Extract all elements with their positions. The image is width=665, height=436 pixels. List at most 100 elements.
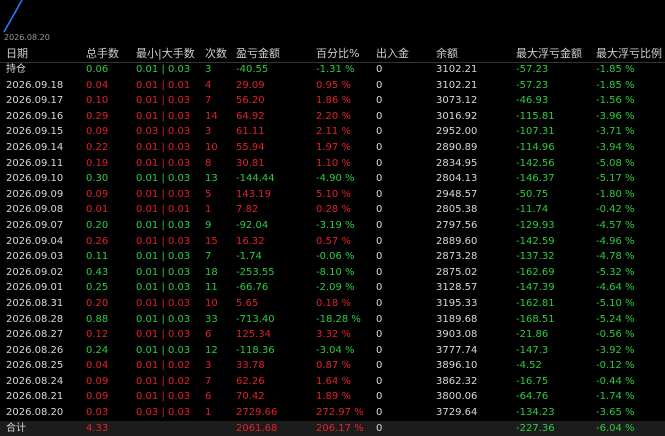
header-date[interactable]: 日期: [6, 45, 80, 62]
cell-max-float-loss-pct: -5.24 %: [596, 313, 635, 325]
cell-max-float-loss: -162.81: [516, 297, 555, 309]
cell-percent: -3.19 %: [316, 219, 355, 231]
cell-date: 2026.08.31: [6, 297, 64, 309]
cell-max-float-loss-pct: -0.44 %: [596, 375, 635, 387]
table-row[interactable]: 2026.09.02 0.43 0.01 | 0.03 18 -253.55 -8.10 …: [0, 265, 665, 281]
total-percent: 206.17 %: [316, 422, 364, 434]
cell-min-max-lots: 0.01 | 0.03: [136, 157, 191, 169]
cell-date: 2026.09.15: [6, 126, 64, 138]
table-row[interactable]: 2026.08.31 0.20 0.01 | 0.03 10 5.65 0.18 % 0 31…: [0, 296, 665, 312]
cell-deposit: 0: [376, 344, 383, 356]
cell-count: 6: [205, 391, 212, 403]
cell-total-lots: 0.24: [86, 344, 109, 356]
cell-total-lots: 0.26: [86, 235, 109, 247]
table-row[interactable]: 2026.09.18 0.04 0.01 | 0.01 4 29.09 0.95 % 0 31…: [0, 78, 665, 94]
table-row[interactable]: 2026.08.20 0.03 0.03 | 0.03 1 2729.66 272.97 …: [0, 405, 665, 421]
cell-min-max-lots: 0.03 | 0.03: [136, 407, 191, 419]
table-row[interactable]: 2026.08.27 0.12 0.01 | 0.03 6 125.34 3.32 % 0 3…: [0, 327, 665, 343]
table-row[interactable]: 2026.08.25 0.04 0.01 | 0.02 3 33.78 0.87 % 0 38…: [0, 358, 665, 374]
cell-max-float-loss-pct: -0.12 %: [596, 360, 635, 372]
table-row[interactable]: 2026.09.16 0.29 0.01 | 0.03 14 64.92 2.20 % 0 3…: [0, 109, 665, 125]
cell-total-lots: 0.20: [86, 297, 109, 309]
cell-deposit: 0: [376, 391, 383, 403]
table-row[interactable]: 2026.08.24 0.09 0.01 | 0.02 7 62.26 1.64 % 0 38…: [0, 374, 665, 390]
cell-max-float-loss-pct: -1.74 %: [596, 391, 635, 403]
header-deposit[interactable]: 出入金: [376, 45, 432, 62]
table-row[interactable]: 2026.09.10 0.30 0.01 | 0.03 13 -144.44 -4.90 …: [0, 171, 665, 187]
cell-min-max-lots: 0.01 | 0.03: [136, 313, 191, 325]
cell-total-lots: 0.03: [86, 407, 109, 419]
cell-max-float-loss-pct: -3.65 %: [596, 407, 635, 419]
cell-balance: 3777.74: [436, 344, 478, 356]
cell-count: 33: [205, 313, 218, 325]
cell-min-max-lots: 0.01 | 0.02: [136, 360, 191, 372]
table-row[interactable]: 2026.09.08 0.01 0.01 | 0.01 1 7.82 0.28 % 0 280…: [0, 202, 665, 218]
table-row-total: 合计 4.33 2061.68 206.17 % 0 -227.36 -6.04 %: [0, 420, 665, 436]
cell-percent: -4.90 %: [316, 173, 355, 185]
table-row[interactable]: 2026.09.01 0.25 0.01 | 0.03 11 -66.76 -2.09 %…: [0, 280, 665, 296]
total-max-float-loss: -227.36: [516, 422, 555, 434]
cell-date: 2026.09.17: [6, 95, 64, 107]
header-max-float-loss-pct[interactable]: 最大浮亏比例: [596, 45, 665, 62]
table-row[interactable]: 2026.09.14 0.22 0.01 | 0.03 10 55.94 1.97 % 0 2…: [0, 140, 665, 156]
table-row[interactable]: 2026.09.15 0.09 0.03 | 0.03 3 61.11 2.11 % 0 29…: [0, 124, 665, 140]
cell-max-float-loss: -11.74: [516, 204, 549, 216]
cell-date: 2026.09.11: [6, 157, 64, 169]
cell-percent: 0.57 %: [316, 235, 351, 247]
cell-count: 8: [205, 157, 212, 169]
table-row[interactable]: 2026.09.09 0.09 0.01 | 0.03 5 143.19 5.10 % 0 2…: [0, 187, 665, 203]
cell-max-float-loss-pct: -1.80 %: [596, 188, 635, 200]
cell-count: 10: [205, 141, 218, 153]
cell-balance: 2889.60: [436, 235, 478, 247]
cell-total-lots: 0.19: [86, 157, 109, 169]
cell-max-float-loss-pct: -1.56 %: [596, 95, 635, 107]
cell-total-lots: 0.22: [86, 141, 109, 153]
cell-count: 7: [205, 251, 212, 263]
table-row[interactable]: 2026.09.04 0.26 0.01 | 0.03 15 16.32 0.57 % 0 2…: [0, 234, 665, 250]
header-pnl[interactable]: 盈亏金额: [236, 45, 312, 62]
cell-max-float-loss-pct: -4.78 %: [596, 251, 635, 263]
cell-max-float-loss: -137.32: [516, 251, 555, 263]
cell-deposit: 0: [376, 266, 383, 278]
table-row[interactable]: 2026.09.07 0.20 0.01 | 0.03 9 -92.04 -3.19 % 0…: [0, 218, 665, 234]
header-max-float-loss[interactable]: 最大浮亏金额: [516, 45, 592, 62]
cell-balance: 3195.33: [436, 297, 478, 309]
cell-date: 2026.09.03: [6, 251, 64, 263]
cell-min-max-lots: 0.01 | 0.03: [136, 266, 191, 278]
table-row[interactable]: 2026.09.03 0.11 0.01 | 0.03 7 -1.74 -0.06 % 0 2…: [0, 249, 665, 265]
table-row[interactable]: 2026.08.26 0.24 0.01 | 0.03 12 -118.36 -3.04 …: [0, 343, 665, 359]
cell-balance: 3903.08: [436, 329, 478, 341]
table-row[interactable]: 2026.09.11 0.19 0.01 | 0.03 8 30.81 1.10 % 0 28…: [0, 156, 665, 172]
cell-percent: -0.06 %: [316, 251, 355, 263]
cell-count: 18: [205, 266, 218, 278]
cell-balance: 3189.68: [436, 313, 478, 325]
header-total-lots[interactable]: 总手数: [86, 45, 130, 62]
cell-min-max-lots: 0.01 | 0.03: [136, 141, 191, 153]
cell-balance: 2797.56: [436, 219, 478, 231]
cell-count: 14: [205, 110, 218, 122]
total-deposit: 0: [376, 422, 383, 434]
cell-pnl: 16.32: [236, 235, 265, 247]
header-count[interactable]: 次数: [205, 45, 233, 62]
cell-pnl: 29.09: [236, 79, 265, 91]
cell-min-max-lots: 0.01 | 0.02: [136, 375, 191, 387]
header-min-max-lots[interactable]: 最小|大手数: [136, 45, 202, 62]
cell-max-float-loss-pct: -5.08 %: [596, 157, 635, 169]
table-row-open-position[interactable]: 持仓 0.06 0.01 | 0.03 3 -40.55 -1.31 % 0 3102.21 -…: [0, 62, 665, 78]
header-percent[interactable]: 百分比%: [316, 45, 374, 62]
cell-pnl: 56.20: [236, 95, 265, 107]
cell-max-float-loss: -46.93: [516, 95, 549, 107]
table-row[interactable]: 2026.08.21 0.09 0.01 | 0.03 6 70.42 1.89 % 0 38…: [0, 389, 665, 405]
cell-balance: 2948.57: [436, 188, 478, 200]
stats-table: 日期 总手数 最小|大手数 次数 盈亏金额 百分比% 出入金 余额 最大浮亏金额 最大浮亏比例 持仓…: [0, 45, 665, 436]
header-balance[interactable]: 余额: [436, 45, 512, 62]
cell-count: 1: [205, 204, 212, 216]
cell-percent: 2.20 %: [316, 110, 351, 122]
cell-pnl: -40.55: [236, 64, 269, 75]
cell-max-float-loss: -107.31: [516, 126, 555, 138]
cell-pnl: 2729.66: [236, 407, 278, 419]
table-row[interactable]: 2026.08.28 0.88 0.01 | 0.03 33 -713.40 -18.28…: [0, 312, 665, 328]
cell-balance: 2834.95: [436, 157, 478, 169]
table-row[interactable]: 2026.09.17 0.10 0.01 | 0.03 7 56.20 1.86 % 0 30…: [0, 93, 665, 109]
cell-deposit: 0: [376, 110, 383, 122]
